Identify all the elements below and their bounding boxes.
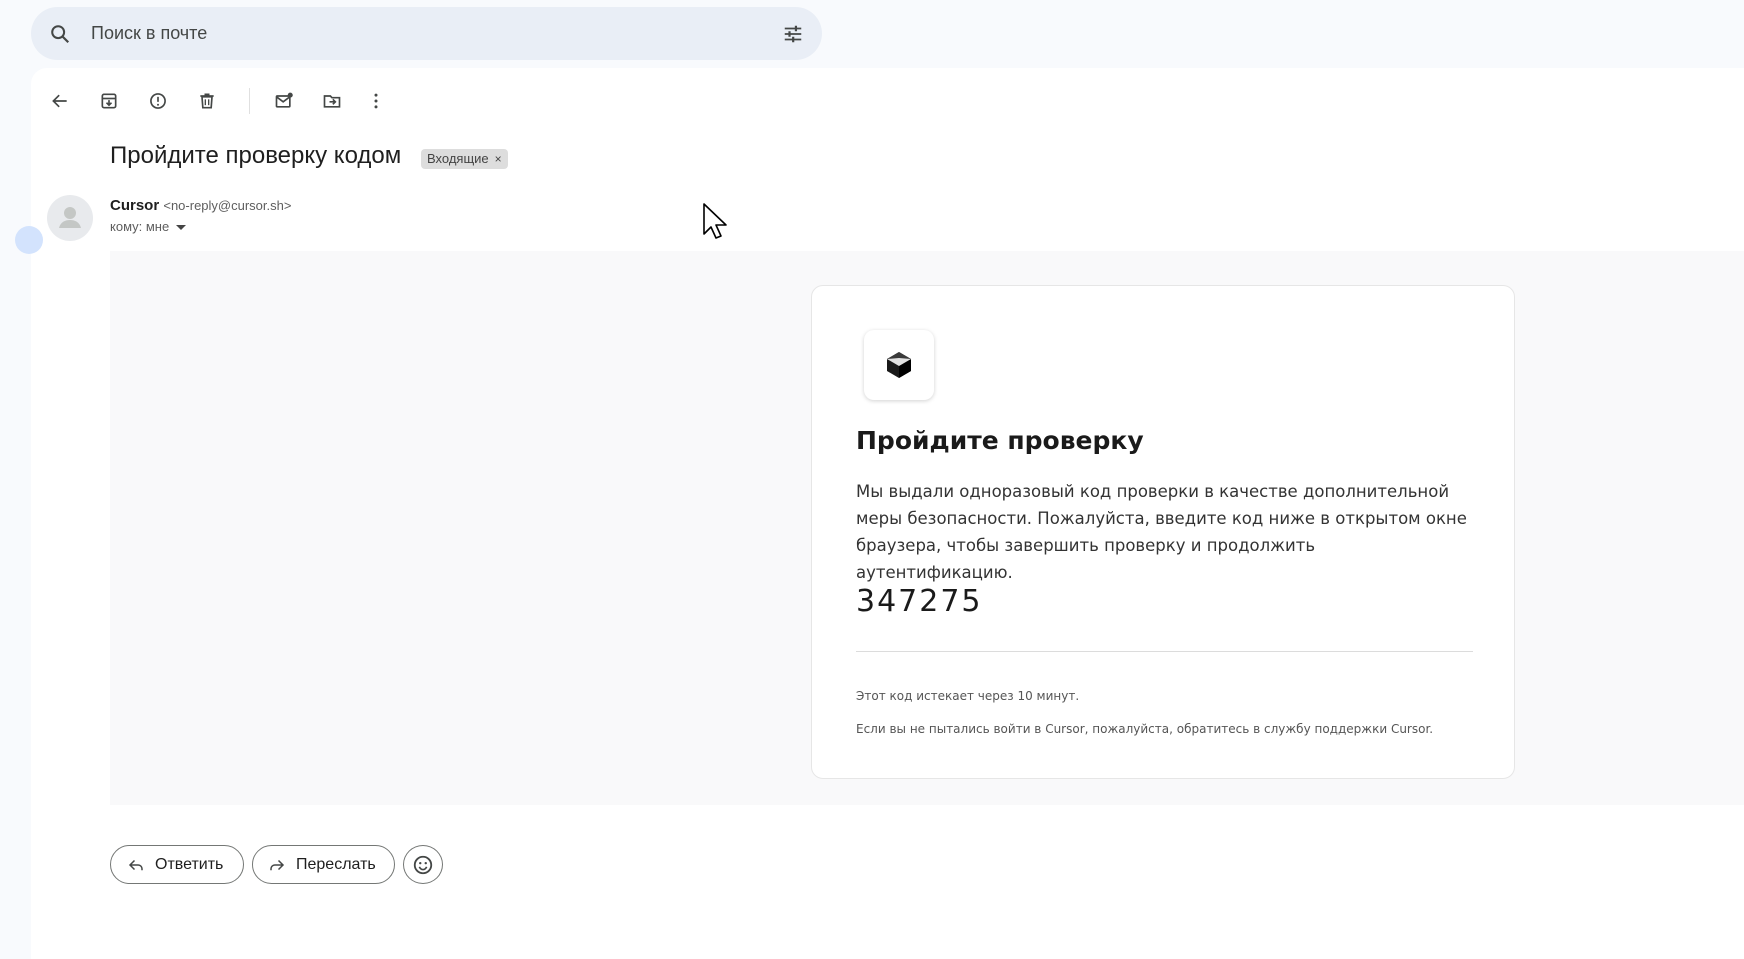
search-bar[interactable]: Поиск в почте [31,7,822,60]
card-divider [856,651,1473,652]
search-input[interactable]: Поиск в почте [91,7,207,60]
move-to-button[interactable] [314,83,350,119]
forward-icon [270,859,285,870]
delete-icon [200,93,214,109]
mark-unread-button[interactable] [266,83,302,119]
emoji-reaction-button[interactable] [403,845,443,884]
archive-icon [101,93,117,109]
email-subject: Пройдите проверку кодом [110,142,402,169]
search-icon[interactable] [49,23,71,45]
reply-icon [128,859,143,870]
label-chip-inbox[interactable]: Входящие × [421,149,508,169]
support-note: Если вы не пытались войти в Cursor, пожа… [856,722,1434,736]
back-button[interactable] [42,83,78,119]
person-icon [59,207,81,228]
move-to-icon [323,95,341,108]
reply-button[interactable]: Ответить [110,845,244,884]
report-spam-icon [150,93,166,109]
toolbar-divider [249,88,250,114]
remove-label-icon[interactable]: × [495,152,502,166]
sender-name[interactable]: Cursor [110,197,159,214]
forward-button[interactable]: Переслать [252,845,395,884]
email-body: Пройдите проверку Мы выдали одноразовый … [110,251,1744,805]
card-description: Мы выдали одноразовый код проверки в кач… [856,482,1467,582]
card-title: Пройдите проверку [856,426,1144,455]
verification-card: Пройдите проверку Мы выдали одноразовый … [811,285,1515,779]
delete-button[interactable] [189,83,225,119]
sender-line: Cursor <no-reply@cursor.sh> [110,197,291,214]
chevron-down-icon[interactable] [176,225,187,231]
back-icon [52,94,67,108]
forward-label: Переслать [296,855,376,873]
report-spam-button[interactable] [140,83,176,119]
mouse-cursor-icon [703,203,727,239]
mark-unread-icon [275,92,293,108]
avatar[interactable] [47,195,93,241]
archive-button[interactable] [91,83,127,119]
verification-code[interactable]: 347275 [856,584,983,619]
tune-icon[interactable] [782,23,804,45]
sidebar-indicator [15,226,43,254]
label-chip-text: Входящие [427,151,489,166]
message-panel: Пройдите проверку кодом Входящие × Cursor… [15,68,1744,959]
more-options-icon [374,93,378,109]
cube-logo-icon [887,352,911,378]
more-options-button[interactable] [358,83,394,119]
reply-label: Ответить [155,855,224,873]
emoji-icon [413,855,433,874]
cursor-logo [864,330,934,400]
recipient-text: кому: мне [110,219,170,234]
recipient-line[interactable]: кому: мне [110,219,187,234]
expiry-note: Этот код истекает через 10 минут. [856,689,1080,703]
sender-email: <no-reply@cursor.sh> [163,198,292,213]
